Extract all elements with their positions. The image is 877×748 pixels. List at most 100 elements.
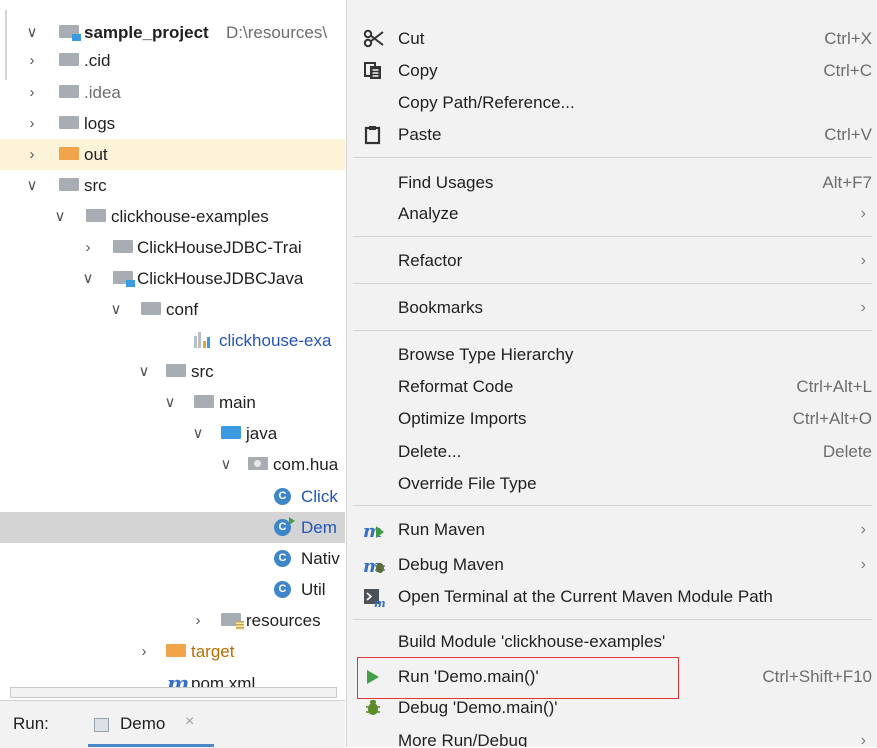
chevron-down-icon[interactable]: ∨ [53, 201, 67, 232]
menu-item-debug-maven[interactable]: m Debug Maven › [347, 549, 877, 580]
tree-item-class-native[interactable]: C Nativ [0, 543, 345, 574]
shortcut-text: Ctrl+Shift+F10 [762, 667, 872, 686]
tree-item-class-util[interactable]: C Util [0, 574, 345, 605]
tree-item-label: out [84, 145, 108, 164]
package-icon [248, 457, 268, 470]
menu-item-browse-type-hierarchy[interactable]: Browse Type Hierarchy [347, 339, 877, 370]
tree-item-label: .cid [84, 51, 111, 70]
properties-file-icon [194, 331, 212, 348]
chevron-right-icon[interactable]: › [25, 139, 39, 170]
chevron-right-icon[interactable]: › [137, 636, 151, 667]
tree-item-package[interactable]: ∨ com.hua [0, 449, 345, 480]
tree-item-conf[interactable]: ∨ conf [0, 294, 345, 325]
tree-item-src-inner[interactable]: ∨ src [0, 356, 345, 387]
java-class-icon: C [274, 581, 291, 598]
tree-item-label: java [246, 424, 278, 443]
menu-item-paste[interactable]: Paste Ctrl+V [347, 119, 877, 150]
menu-item-bookmarks[interactable]: Bookmarks › [347, 292, 877, 323]
menu-item-optimize-imports[interactable]: Optimize Imports Ctrl+Alt+O [347, 403, 877, 434]
tree-item-label: Click [301, 487, 338, 506]
tree-item-label: Util [301, 580, 326, 599]
chevron-down-icon[interactable]: ∨ [219, 449, 233, 480]
project-tree: ∨ sample_project D:\resources\ › .cid › … [0, 0, 345, 700]
tree-item-clickhouse-examples[interactable]: ∨ clickhouse-examples [0, 201, 345, 232]
tree-item-label: clickhouse-examples [111, 207, 269, 226]
project-path: D:\resources\ [226, 23, 328, 42]
menu-item-label: Find Usages [398, 173, 494, 192]
tree-item-label: src [84, 176, 107, 195]
menu-item-run-demo[interactable]: Run 'Demo.main()' Ctrl+Shift+F10 [347, 661, 877, 692]
menu-item-label: Run Maven [398, 520, 485, 539]
maven-terminal-icon: m [363, 587, 386, 610]
folder-icon [59, 53, 79, 66]
chevron-down-icon[interactable]: ∨ [81, 263, 95, 294]
menu-item-label: More Run/Debug [398, 731, 528, 747]
menu-item-build-module[interactable]: Build Module 'clickhouse-examples' [347, 626, 877, 657]
menu-item-label: Paste [398, 125, 442, 144]
chevron-down-icon[interactable]: ∨ [25, 17, 39, 48]
tree-item-label: ClickHouseJDBC-Trai [137, 238, 302, 257]
run-maven-icon: m [363, 520, 385, 542]
close-icon[interactable]: × [185, 713, 194, 731]
menu-item-debug-demo[interactable]: Debug 'Demo.main()' [347, 692, 877, 723]
menu-item-label: Debug Maven [398, 555, 504, 574]
menu-item-cut[interactable]: Cut Ctrl+X [347, 23, 877, 54]
menu-item-more-run-debug[interactable]: More Run/Debug › [347, 725, 877, 747]
tree-item-config-file[interactable]: clickhouse-exa [0, 325, 345, 356]
chevron-right-icon[interactable]: › [191, 605, 205, 636]
menu-item-open-terminal[interactable]: m Open Terminal at the Current Maven Mod… [347, 581, 877, 612]
tree-item-label: src [191, 362, 214, 381]
chevron-down-icon[interactable]: ∨ [191, 418, 205, 449]
folder-icon [86, 209, 106, 222]
menu-item-copy[interactable]: Copy Ctrl+C [347, 55, 877, 86]
menu-item-copy-path[interactable]: Copy Path/Reference... [347, 87, 877, 118]
menu-item-refactor[interactable]: Refactor › [347, 245, 877, 276]
tree-item-label: resources [246, 611, 321, 630]
tree-item-jdbc-transaction[interactable]: › ClickHouseJDBC-Trai [0, 232, 345, 263]
tree-item-class-click[interactable]: C Click [0, 481, 345, 512]
menu-separator [353, 283, 872, 284]
context-menu: Cut Ctrl+X Copy Ctrl+C Copy Path/Referen… [346, 0, 877, 747]
submenu-arrow-icon: › [860, 556, 866, 573]
tree-item-class-demo[interactable]: C Dem [0, 512, 345, 543]
menu-item-override-file-type[interactable]: Override File Type [347, 468, 877, 499]
chevron-right-icon[interactable]: › [25, 45, 39, 76]
chevron-right-icon[interactable]: › [25, 77, 39, 108]
tree-item-logs[interactable]: › logs [0, 108, 345, 139]
menu-item-analyze[interactable]: Analyze › [347, 198, 877, 229]
tree-item-resources[interactable]: › resources [0, 605, 345, 636]
run-tab-demo[interactable]: Demo [120, 714, 165, 734]
tree-item-sample-project[interactable]: ∨ sample_project D:\resources\ [0, 17, 345, 48]
menu-item-delete[interactable]: Delete... Delete [347, 436, 877, 467]
tree-item-cid[interactable]: › .cid [0, 45, 345, 76]
excluded-folder-icon [166, 644, 186, 657]
chevron-right-icon[interactable]: › [25, 108, 39, 139]
tree-item-main[interactable]: ∨ main [0, 387, 345, 418]
folder-icon [113, 240, 133, 253]
horizontal-scrollbar[interactable] [10, 687, 337, 698]
chevron-down-icon[interactable]: ∨ [109, 294, 123, 325]
tree-item-target[interactable]: › target [0, 636, 345, 667]
tree-item-label: logs [84, 114, 116, 133]
chevron-down-icon[interactable]: ∨ [163, 387, 177, 418]
menu-item-reformat-code[interactable]: Reformat Code Ctrl+Alt+L [347, 371, 877, 402]
menu-item-label: Run 'Demo.main()' [398, 667, 539, 686]
menu-item-label: Optimize Imports [398, 409, 527, 428]
menu-item-label: Cut [398, 29, 425, 48]
tree-item-src[interactable]: ∨ src [0, 170, 345, 201]
menu-item-run-maven[interactable]: m Run Maven › [347, 514, 877, 545]
chevron-down-icon[interactable]: ∨ [25, 170, 39, 201]
menu-item-find-usages[interactable]: Find Usages Alt+F7 [347, 167, 877, 198]
tree-item-out[interactable]: › out [0, 139, 345, 170]
submenu-arrow-icon: › [860, 205, 866, 222]
tree-item-java[interactable]: ∨ java [0, 418, 345, 449]
chevron-down-icon[interactable]: ∨ [137, 356, 151, 387]
tree-item-jdbc-java[interactable]: ∨ ClickHouseJDBCJava [0, 263, 345, 294]
shortcut-text: Delete [822, 442, 872, 461]
folder-icon [166, 364, 186, 377]
tree-item-idea[interactable]: › .idea [0, 77, 345, 108]
runnable-class-icon: C [274, 517, 295, 536]
chevron-right-icon[interactable]: › [81, 232, 95, 263]
tree-item-label: .idea [84, 83, 121, 102]
folder-icon [59, 178, 79, 191]
